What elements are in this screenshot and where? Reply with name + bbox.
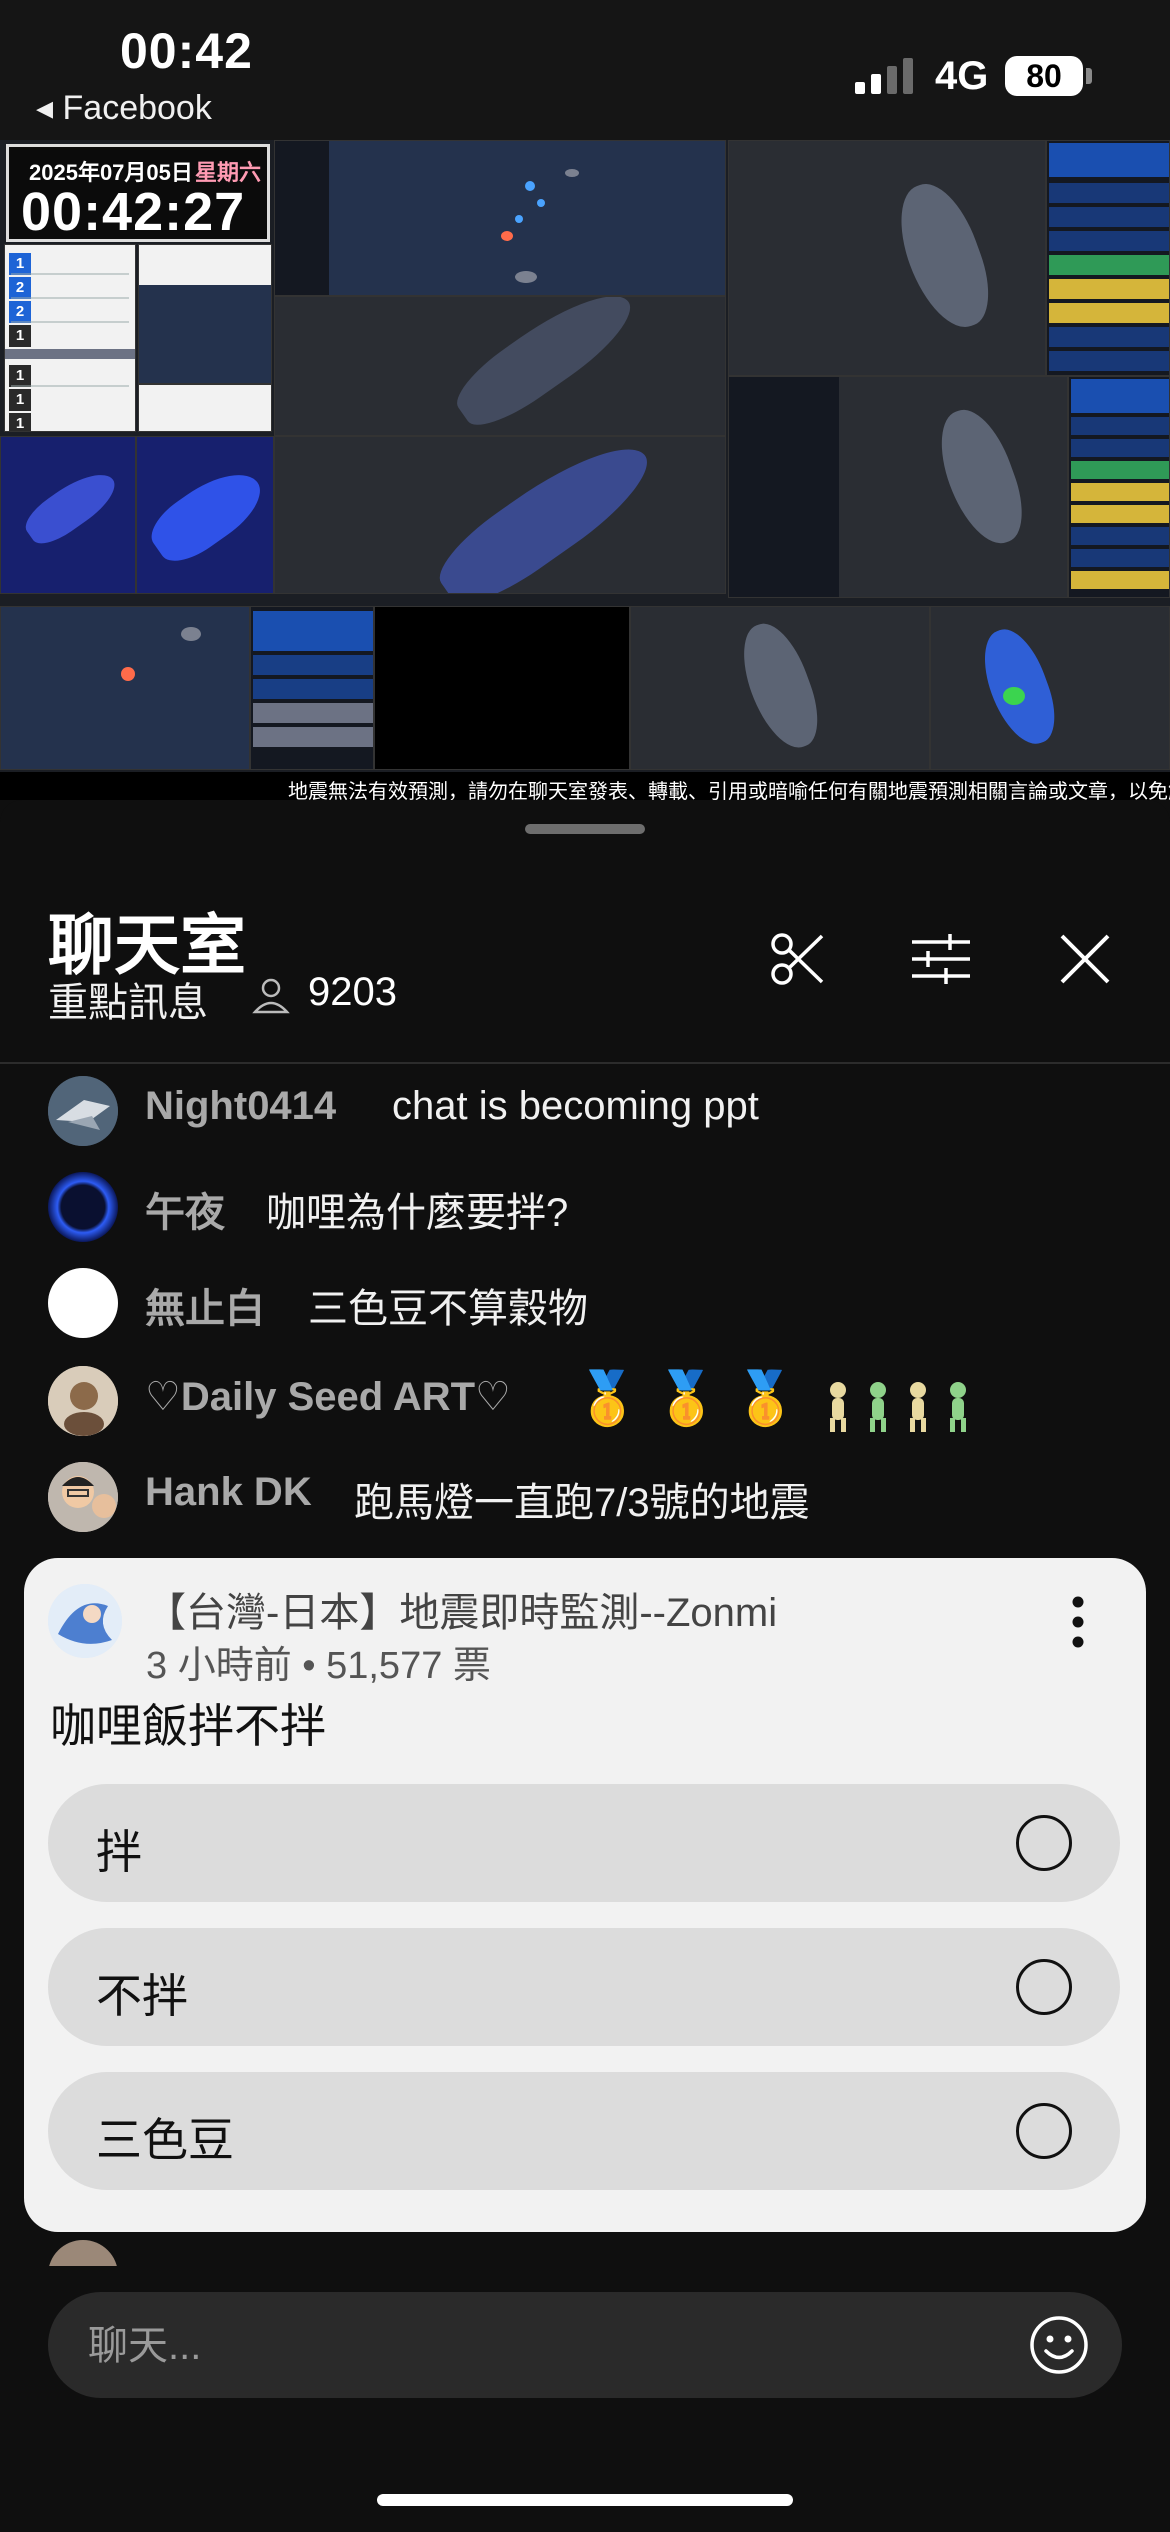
message-text: chat is becoming ppt bbox=[392, 1084, 759, 1128]
japan-blue-map-1 bbox=[0, 436, 136, 594]
message-text: 跑馬燈一直跑7/3號的地震 bbox=[354, 1481, 810, 1525]
channel-avatar[interactable] bbox=[48, 1584, 122, 1658]
poll-option-label: 拌 bbox=[96, 1826, 142, 1878]
poll-question: 咖哩飯拌不拌 bbox=[50, 1700, 326, 1752]
poll-card: 【台灣-日本】地震即時監測--Zonmi 3 小時前 • 51,577 票 咖哩… bbox=[24, 1558, 1146, 2232]
ocean-map-panel bbox=[274, 140, 726, 296]
taiwan-map-panel bbox=[728, 140, 1046, 376]
chat-message[interactable]: Hank DK 跑馬燈一直跑7/3號的地震 bbox=[0, 1456, 1170, 1542]
status-time: 00:42 bbox=[120, 23, 253, 79]
viewer-icon bbox=[252, 978, 290, 1014]
sheet-drag-handle[interactable] bbox=[525, 824, 645, 834]
network-type: 4G bbox=[935, 54, 989, 98]
battery-icon: 80 bbox=[1005, 56, 1083, 96]
poll-channel-name: 【台灣-日本】地震即時監測--Zonmi bbox=[146, 1591, 778, 1635]
poll-option[interactable]: 拌 bbox=[48, 1784, 1120, 1902]
taiwan-map-panel-3 bbox=[630, 606, 930, 770]
chat-message[interactable]: ♡Daily Seed ART♡ 🥇 🥇 🥇 bbox=[0, 1360, 1170, 1446]
message-author[interactable]: ♡Daily Seed ART♡ bbox=[145, 1374, 511, 1420]
scissors-icon[interactable] bbox=[766, 928, 828, 990]
japan-map-panel bbox=[274, 296, 726, 436]
top-messages-selector[interactable]: 重點訊息 bbox=[48, 970, 208, 1028]
note-panel bbox=[138, 384, 272, 432]
chat-sheet: 聊天室 重點訊息 9203 Night0414 chat is becoming… bbox=[0, 800, 1170, 2532]
message-author[interactable]: 午夜 bbox=[145, 1180, 225, 1238]
detail-panel bbox=[138, 244, 272, 384]
clock-time: 00:42:27 bbox=[21, 182, 246, 242]
news-ticker: 地震無法有效預測，請勿在聊天室發表、轉載、引用或暗喻任何有關地震預測相關言論或文… bbox=[0, 772, 1170, 800]
custom-emote-icons bbox=[830, 1382, 966, 1432]
japan-intensity-panel bbox=[274, 436, 726, 594]
sliders-icon[interactable] bbox=[910, 928, 972, 990]
message-author[interactable]: 無止白 bbox=[145, 1276, 265, 1334]
japan-eq-list-panel bbox=[250, 606, 374, 770]
poll-option-label: 不拌 bbox=[96, 1970, 188, 2022]
japan-blue-map-2 bbox=[136, 436, 274, 594]
message-text: 三色豆不算穀物 bbox=[308, 1287, 588, 1331]
close-icon[interactable] bbox=[1054, 928, 1116, 990]
header-divider bbox=[0, 1062, 1170, 1064]
avatar[interactable] bbox=[48, 1366, 118, 1436]
avatar[interactable] bbox=[48, 1462, 118, 1532]
chat-message[interactable]: 午夜 咖哩為什麼要拌? bbox=[0, 1166, 1170, 1252]
more-options-icon[interactable] bbox=[1072, 1594, 1084, 1650]
poll-option-label: 三色豆 bbox=[96, 2114, 234, 2166]
poll-option[interactable]: 三色豆 bbox=[48, 2072, 1120, 2190]
avatar[interactable] bbox=[48, 1268, 118, 1338]
poll-option-radio[interactable] bbox=[1016, 2103, 1072, 2159]
ticker-text: 地震無法有效預測，請勿在聊天室發表、轉載、引用或暗喻任何有關地震預測相關言論或文… bbox=[288, 781, 1170, 800]
avatar bbox=[48, 2240, 118, 2266]
avatar[interactable] bbox=[48, 1172, 118, 1242]
taiwan-eq-list-panel-2 bbox=[1068, 376, 1170, 598]
poll-option[interactable]: 不拌 bbox=[48, 1928, 1120, 2046]
status-bar: 00:42 ◂ Facebook 4G 80 bbox=[0, 0, 1170, 140]
viewer-count: 9203 bbox=[308, 970, 397, 1014]
message-author[interactable]: Night0414 bbox=[145, 1084, 336, 1129]
earthquake-list-panel: 1 2 2 1 1 1 1 bbox=[4, 244, 136, 432]
message-text: 🥇 🥇 🥇 bbox=[575, 1370, 799, 1428]
back-to-app-link[interactable]: ◂ Facebook bbox=[36, 88, 212, 128]
poll-meta: 3 小時前 • 51,577 票 bbox=[146, 1645, 491, 1687]
live-clock: 2025年07月05日 星期六 00:42:27 bbox=[6, 144, 270, 242]
poll-option-radio[interactable] bbox=[1016, 1815, 1072, 1871]
chat-message[interactable]: 無止白 三色豆不算穀物 bbox=[0, 1262, 1170, 1348]
chat-input-bar[interactable] bbox=[48, 2292, 1122, 2400]
message-author[interactable]: Hank DK bbox=[145, 1470, 312, 1515]
taiwan-intensity-panel bbox=[930, 606, 1170, 770]
battery-tip bbox=[1086, 68, 1092, 84]
chat-message[interactable]: Night0414 chat is becoming ppt bbox=[0, 1070, 1170, 1156]
island-map-panel bbox=[0, 606, 250, 770]
signal-icon bbox=[855, 58, 913, 94]
livestream-video[interactable]: 2025年07月05日 星期六 00:42:27 1 2 2 1 1 1 1 地… bbox=[0, 140, 1170, 800]
palert-table-panel bbox=[374, 606, 630, 770]
taiwan-map-panel-2 bbox=[728, 376, 1068, 598]
poll-option-radio[interactable] bbox=[1016, 1959, 1072, 2015]
chat-input[interactable] bbox=[86, 2292, 990, 2400]
taiwan-eq-list-panel bbox=[1046, 140, 1170, 376]
emoji-icon[interactable] bbox=[1028, 2314, 1090, 2376]
message-text: 咖哩為什麼要拌? bbox=[266, 1191, 569, 1235]
home-indicator[interactable] bbox=[377, 2494, 793, 2506]
avatar[interactable] bbox=[48, 1076, 118, 1146]
